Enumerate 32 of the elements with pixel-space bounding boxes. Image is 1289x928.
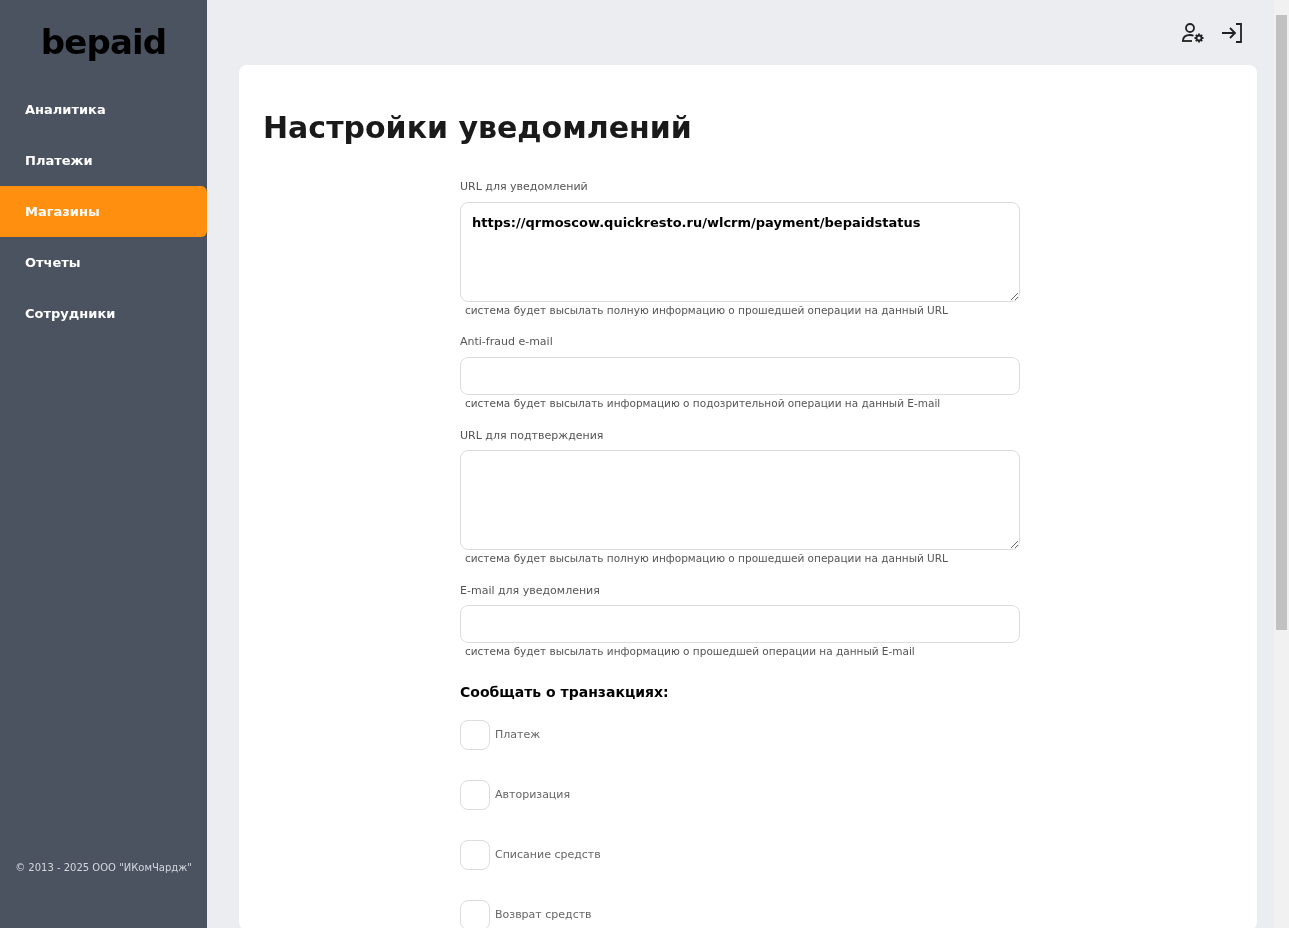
- checkbox[interactable]: [460, 840, 490, 870]
- user-settings-icon[interactable]: [1181, 21, 1205, 44]
- field-label: URL для подтверждения: [460, 427, 605, 444]
- checkbox-label[interactable]: Списание средств: [495, 846, 601, 864]
- scrollbar[interactable]: [1274, 0, 1289, 928]
- checkbox-label[interactable]: Авторизация: [495, 786, 571, 804]
- email-input[interactable]: [460, 356, 1020, 395]
- nav-item[interactable]: Сотрудники: [0, 288, 207, 339]
- url-textarea[interactable]: https://qrmoscow.quickresto.ru/wlcrm/payment/bepaidstatus: [460, 201, 1020, 302]
- checkbox-label[interactable]: Платеж: [495, 726, 541, 744]
- logout-icon[interactable]: [1221, 22, 1243, 43]
- field-hint: система будет высылать информацию о подозрительной операции на данный E-mail: [465, 395, 942, 411]
- field-hint: система будет высылать полную информацию о прошедшей операции на данный URL: [465, 302, 949, 318]
- field-hint: система будет высылать полную информацию о прошедшей операции на данный URL: [465, 551, 949, 566]
- field-label: E-mail для уведомления: [460, 582, 601, 599]
- page-title: Настройки уведомлений: [263, 113, 693, 143]
- field-hint: система будет высылать информацию о прошедшей операции на данный E-mail: [465, 644, 916, 660]
- checkbox[interactable]: [460, 900, 490, 928]
- checkbox[interactable]: [460, 720, 490, 750]
- checkbox[interactable]: [460, 780, 490, 810]
- copyright-text: © 2013 - 2025 ООО "ИКомЧардж": [15, 861, 192, 875]
- section-heading: Сообщать о транзакциях:: [460, 683, 670, 702]
- email-input[interactable]: [460, 605, 1020, 644]
- nav-item[interactable]: Платежи: [0, 135, 207, 186]
- field-label: Anti-fraud e-mail: [460, 334, 554, 351]
- checkbox-label[interactable]: Возврат средств: [495, 906, 592, 924]
- scrollbar-thumb[interactable]: [1276, 15, 1287, 630]
- nav-item[interactable]: Аналитика: [0, 84, 207, 135]
- field-label: URL для уведомлений: [460, 179, 589, 195]
- logo: bepaid: [40, 25, 167, 59]
- nav-item[interactable]: Отчеты: [0, 237, 207, 288]
- url-textarea[interactable]: [460, 450, 1020, 550]
